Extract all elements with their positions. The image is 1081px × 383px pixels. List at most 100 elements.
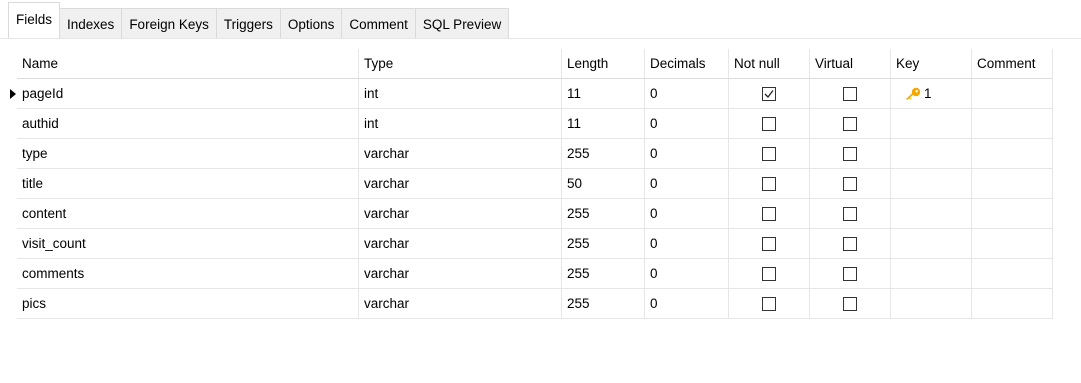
column-header-length[interactable]: Length	[562, 49, 645, 79]
cell-comment[interactable]	[972, 139, 1053, 169]
cell-comment[interactable]	[972, 169, 1053, 199]
cell-decimals[interactable]: 0	[645, 139, 729, 169]
cell-name[interactable]: type	[17, 139, 359, 169]
cell-length[interactable]: 11	[562, 109, 645, 139]
not-null-checkbox[interactable]	[762, 296, 776, 311]
cell-name[interactable]: title	[17, 169, 359, 199]
virtual-checkbox[interactable]	[843, 206, 857, 221]
cell-comment[interactable]	[972, 289, 1053, 319]
cell-not-null[interactable]	[729, 109, 810, 139]
cell-key[interactable]: 1	[891, 79, 972, 109]
tab-options[interactable]: Options	[280, 8, 343, 39]
column-header-type[interactable]: Type	[359, 49, 562, 79]
cell-type[interactable]: varchar	[359, 259, 562, 289]
cell-key[interactable]	[891, 259, 972, 289]
table-row[interactable]: visit_count varchar 255 0	[17, 229, 1053, 259]
tab-triggers[interactable]: Triggers	[216, 8, 281, 39]
not-null-checkbox[interactable]	[762, 266, 776, 281]
cell-virtual[interactable]	[810, 139, 891, 169]
cell-length[interactable]: 50	[562, 169, 645, 199]
cell-not-null[interactable]	[729, 79, 810, 109]
tab-comment[interactable]: Comment	[342, 8, 416, 39]
not-null-checkbox[interactable]	[762, 206, 776, 221]
table-row[interactable]: type varchar 255 0	[17, 139, 1053, 169]
cell-key[interactable]	[891, 169, 972, 199]
cell-length[interactable]: 255	[562, 289, 645, 319]
cell-not-null[interactable]	[729, 259, 810, 289]
cell-key[interactable]	[891, 289, 972, 319]
cell-type[interactable]: varchar	[359, 199, 562, 229]
virtual-checkbox[interactable]	[843, 116, 857, 131]
column-header-comment[interactable]: Comment	[972, 49, 1053, 79]
cell-virtual[interactable]	[810, 109, 891, 139]
table-row[interactable]: pics varchar 255 0	[17, 289, 1053, 319]
cell-key[interactable]	[891, 199, 972, 229]
table-row[interactable]: pageId int 11 0 1	[17, 79, 1053, 109]
cell-decimals[interactable]: 0	[645, 259, 729, 289]
virtual-checkbox[interactable]	[843, 146, 857, 161]
column-header-not-null[interactable]: Not null	[729, 49, 810, 79]
virtual-checkbox[interactable]	[843, 86, 857, 101]
cell-decimals[interactable]: 0	[645, 109, 729, 139]
cell-decimals[interactable]: 0	[645, 199, 729, 229]
cell-name[interactable]: comments	[17, 259, 359, 289]
cell-not-null[interactable]	[729, 289, 810, 319]
tab-fields[interactable]: Fields	[8, 2, 61, 39]
virtual-checkbox[interactable]	[843, 266, 857, 281]
cell-comment[interactable]	[972, 79, 1053, 109]
tab-foreign-keys[interactable]: Foreign Keys	[122, 8, 217, 39]
cell-virtual[interactable]	[810, 229, 891, 259]
not-null-checkbox[interactable]	[762, 176, 776, 191]
cell-comment[interactable]	[972, 259, 1053, 289]
cell-name[interactable]: visit_count	[17, 229, 359, 259]
cell-key[interactable]	[891, 229, 972, 259]
cell-decimals[interactable]: 0	[645, 289, 729, 319]
cell-comment[interactable]	[972, 109, 1053, 139]
cell-type[interactable]: varchar	[359, 229, 562, 259]
cell-decimals[interactable]: 0	[645, 229, 729, 259]
table-row[interactable]: title varchar 50 0	[17, 169, 1053, 199]
cell-not-null[interactable]	[729, 199, 810, 229]
cell-comment[interactable]	[972, 199, 1053, 229]
not-null-checkbox[interactable]	[762, 86, 776, 101]
cell-decimals[interactable]: 0	[645, 79, 729, 109]
cell-length[interactable]: 11	[562, 79, 645, 109]
virtual-checkbox[interactable]	[843, 236, 857, 251]
cell-virtual[interactable]	[810, 169, 891, 199]
table-row[interactable]: authid int 11 0	[17, 109, 1053, 139]
cell-key[interactable]	[891, 109, 972, 139]
cell-virtual[interactable]	[810, 289, 891, 319]
cell-virtual[interactable]	[810, 79, 891, 109]
cell-length[interactable]: 255	[562, 229, 645, 259]
cell-name[interactable]: authid	[17, 109, 359, 139]
cell-not-null[interactable]	[729, 229, 810, 259]
cell-type[interactable]: varchar	[359, 139, 562, 169]
not-null-checkbox[interactable]	[762, 146, 776, 161]
cell-length[interactable]: 255	[562, 259, 645, 289]
cell-not-null[interactable]	[729, 169, 810, 199]
cell-length[interactable]: 255	[562, 139, 645, 169]
tab-indexes[interactable]: Indexes	[60, 8, 123, 39]
cell-name[interactable]: pageId	[17, 79, 359, 109]
cell-name[interactable]: content	[17, 199, 359, 229]
cell-not-null[interactable]	[729, 139, 810, 169]
not-null-checkbox[interactable]	[762, 236, 776, 251]
tab-sql-preview[interactable]: SQL Preview	[415, 8, 510, 39]
cell-comment[interactable]	[972, 229, 1053, 259]
table-row[interactable]: content varchar 255 0	[17, 199, 1053, 229]
cell-type[interactable]: int	[359, 109, 562, 139]
cell-virtual[interactable]	[810, 199, 891, 229]
not-null-checkbox[interactable]	[762, 116, 776, 131]
cell-type[interactable]: int	[359, 79, 562, 109]
cell-key[interactable]	[891, 139, 972, 169]
cell-name[interactable]: pics	[17, 289, 359, 319]
cell-length[interactable]: 255	[562, 199, 645, 229]
cell-type[interactable]: varchar	[359, 169, 562, 199]
cell-decimals[interactable]: 0	[645, 169, 729, 199]
column-header-virtual[interactable]: Virtual	[810, 49, 891, 79]
table-row[interactable]: comments varchar 255 0	[17, 259, 1053, 289]
column-header-decimals[interactable]: Decimals	[645, 49, 729, 79]
cell-type[interactable]: varchar	[359, 289, 562, 319]
column-header-name[interactable]: Name	[17, 49, 359, 79]
column-header-key[interactable]: Key	[891, 49, 972, 79]
